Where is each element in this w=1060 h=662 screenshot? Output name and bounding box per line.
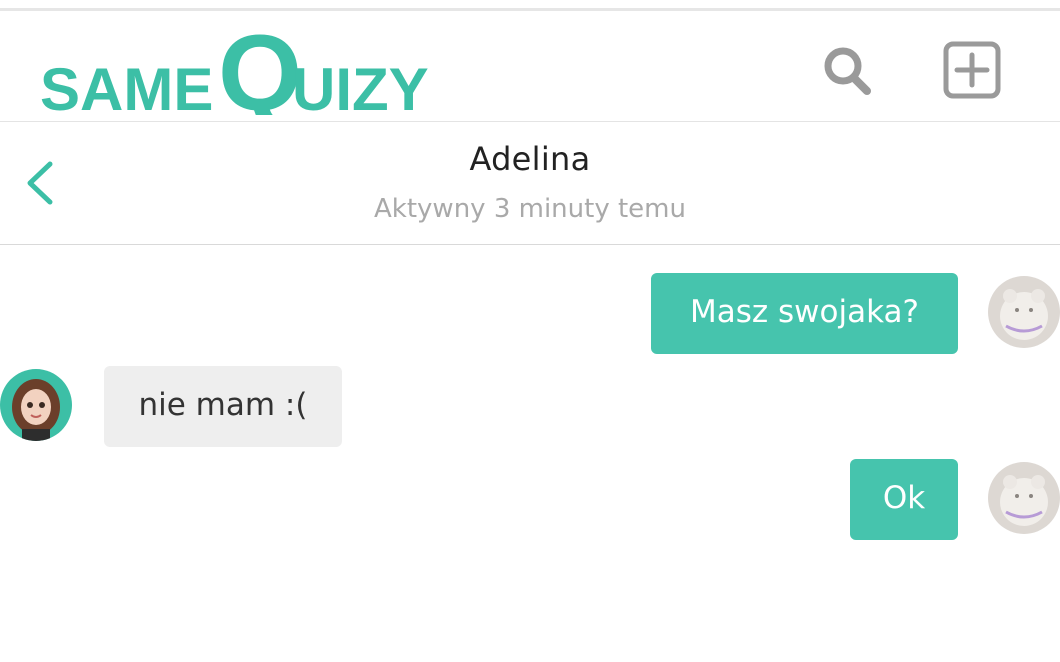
- avatar-contact[interactable]: [0, 369, 72, 441]
- message-bubble-incoming: nie mam :(: [104, 366, 342, 447]
- contact-status: Aktywny 3 minuty temu: [374, 194, 686, 224]
- avatar-self[interactable]: [988, 462, 1060, 534]
- girl-avatar-icon: [0, 369, 72, 441]
- search-icon: [824, 47, 871, 95]
- samequizy-logo[interactable]: SAME Q UIZY: [40, 12, 460, 133]
- bear-avatar-icon: [988, 276, 1060, 348]
- message-bubble-outgoing: Masz swojaka?: [651, 273, 958, 354]
- logo-wordmark: SAME Q UIZY: [40, 12, 429, 133]
- plus-square-icon: [943, 41, 1001, 99]
- app-header: SAME Q UIZY: [0, 11, 1060, 133]
- contact-name[interactable]: Adelina: [0, 140, 1060, 178]
- chat-header: Adelina Aktywny 3 minuty temu: [0, 122, 1060, 245]
- logo-same: SAME: [40, 56, 213, 115]
- avatar-self[interactable]: [988, 276, 1060, 348]
- message-bubble-outgoing: Ok: [850, 459, 958, 540]
- bear-avatar-icon: [988, 462, 1060, 534]
- search-button[interactable]: [815, 39, 879, 103]
- logo-uizy: UIZY: [292, 56, 429, 115]
- add-quiz-button[interactable]: [940, 39, 1004, 103]
- logo-q: Q: [218, 15, 302, 115]
